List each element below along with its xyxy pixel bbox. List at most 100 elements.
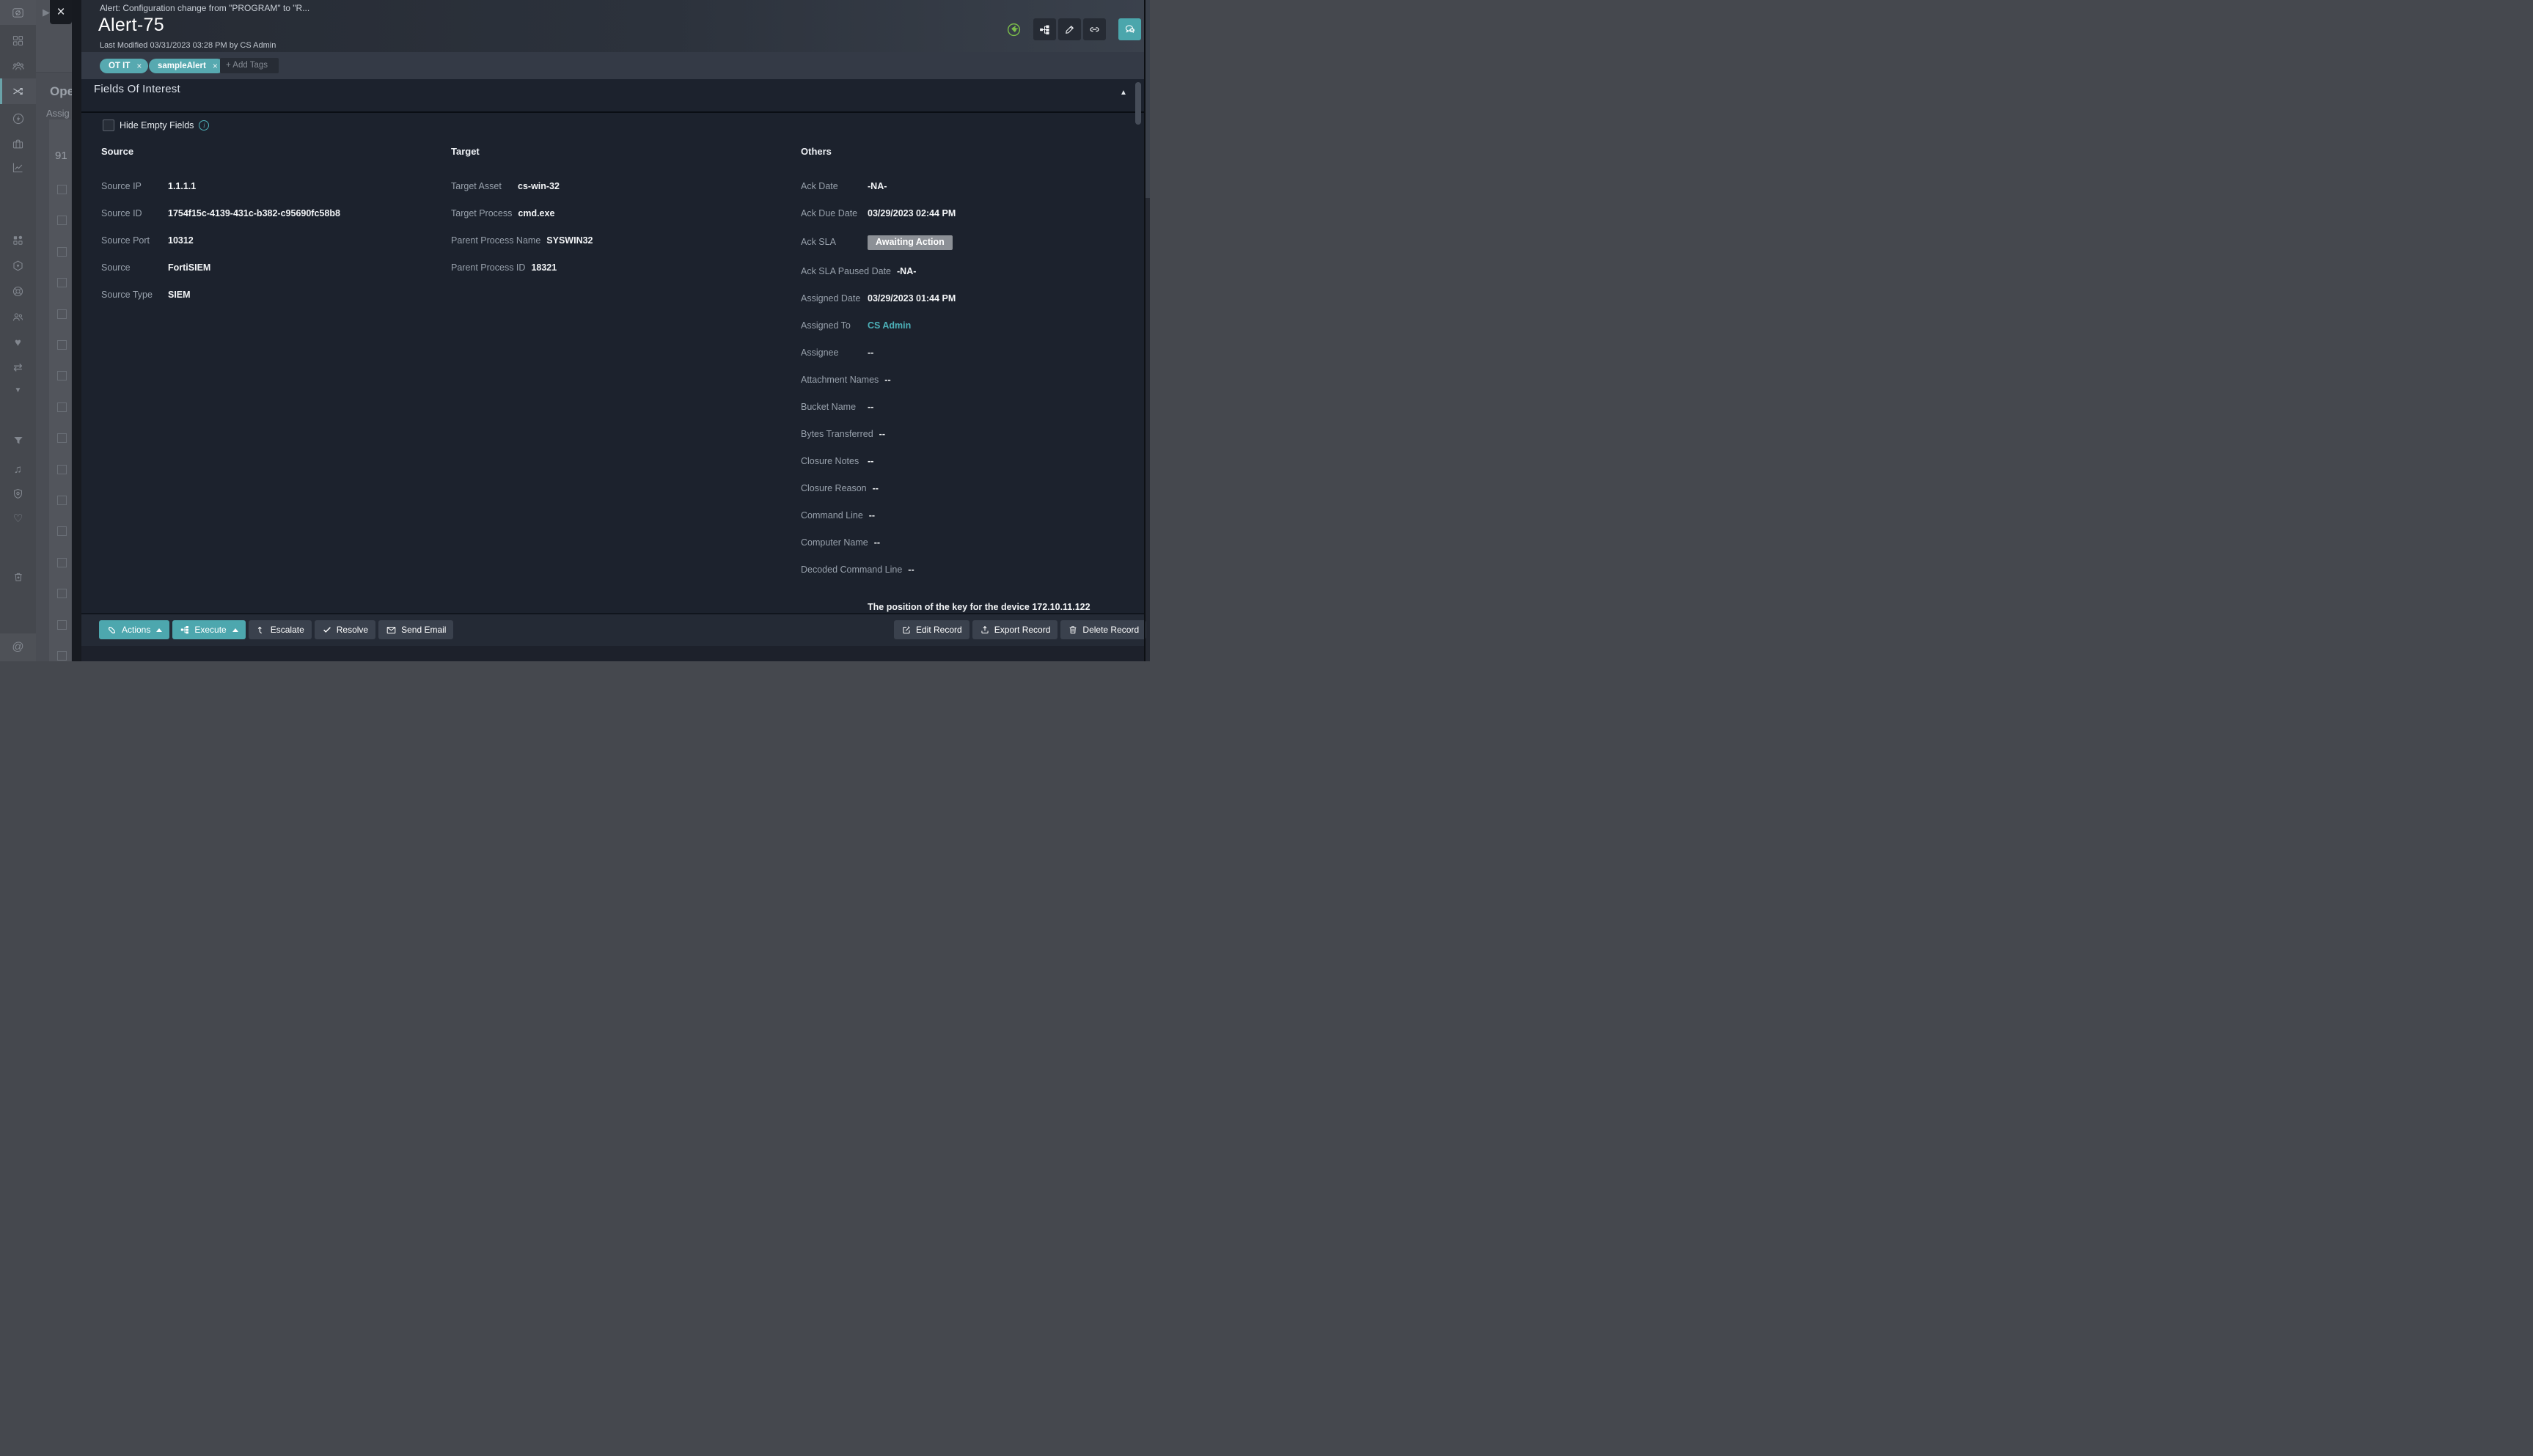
page-title: Alert-75	[98, 15, 164, 36]
filter-funnel-icon[interactable]	[0, 435, 36, 446]
actions-dropdown-button[interactable]: Actions	[99, 620, 169, 639]
execute-dropdown-button[interactable]: Execute	[172, 620, 245, 639]
field-row: Command Line--	[801, 510, 1134, 521]
assigned-to-link[interactable]: CS Admin	[868, 320, 911, 331]
collapse-caret-icon[interactable]: ▲	[1120, 89, 1127, 97]
field-row: Closure Reason--	[801, 483, 1134, 494]
action-buttons-right: Edit Record Export Record Delete Record	[894, 620, 1146, 639]
row-checkbox	[57, 465, 67, 474]
caret-up-icon	[156, 628, 162, 632]
action-buttons-left: Actions Execute Escalate Resolve	[99, 620, 453, 639]
field-row: Ack Due Date03/29/2023 02:44 PM	[801, 208, 1134, 219]
cube-hexagon-icon[interactable]	[0, 260, 36, 272]
escalate-button[interactable]: Escalate	[249, 620, 312, 639]
field-row: Bytes Transferred--	[801, 429, 1134, 440]
execute-workflow-icon	[180, 625, 190, 635]
comments-button[interactable]	[1118, 18, 1141, 40]
close-icon: ×	[56, 5, 65, 19]
background-page-subtitle: Assig	[46, 108, 70, 119]
add-tags-input[interactable]: + Add Tags	[220, 58, 279, 73]
field-row: Source IP1.1.1.1	[101, 181, 439, 192]
music-note-icon[interactable]: ♫	[0, 463, 36, 476]
at-mention-icon[interactable]: @	[0, 641, 36, 653]
info-icon[interactable]: i	[199, 120, 209, 130]
modal-right-edge	[1144, 0, 1145, 661]
column-source: Source Source IP1.1.1.1 Source ID1754f15…	[101, 147, 439, 301]
modal-header: Alert: Configuration change from "PROGRA…	[81, 0, 1145, 52]
field-row: SourceFortiSIEM	[101, 262, 439, 273]
background-count-column	[49, 120, 71, 661]
heart-outline-icon[interactable]: ♡	[0, 512, 36, 525]
check-icon	[322, 625, 332, 635]
fortisoar-alert-detail-screen: ♥ ⇄ ▼ ♫ ♡ @ ▶ Ope Assig 91	[0, 0, 1150, 661]
field-row: Source TypeSIEM	[101, 290, 439, 301]
export-icon	[980, 625, 990, 635]
remove-tag-icon[interactable]: ×	[136, 62, 142, 70]
row-checkbox	[57, 371, 67, 380]
delete-record-button[interactable]: Delete Record	[1060, 620, 1146, 639]
record-count: 91	[55, 150, 67, 162]
row-checkbox	[57, 496, 67, 505]
edit-record-button[interactable]: Edit Record	[894, 620, 969, 639]
field-row: Target Processcmd.exe	[451, 208, 766, 219]
dashboard-grid-icon[interactable]	[0, 34, 36, 47]
row-checkbox	[57, 589, 67, 598]
play-triangle-icon: ▶	[43, 7, 50, 18]
triangle-down-icon[interactable]: ▼	[0, 384, 36, 397]
field-row: Source ID1754f15c-4139-431c-b382-c95690f…	[101, 208, 439, 219]
life-ring-icon[interactable]	[0, 285, 36, 298]
copy-link-button[interactable]	[1083, 18, 1106, 40]
row-checkbox	[57, 402, 67, 412]
field-row: Attachment Names--	[801, 375, 1134, 386]
edit-pencil-icon	[1064, 23, 1076, 35]
shield-bug-icon[interactable]	[0, 488, 36, 500]
field-row: Bucket Name--	[801, 402, 1134, 413]
column-target: Target Target Assetcs-win-32 Target Proc…	[451, 147, 766, 273]
swap-arrows-icon[interactable]: ⇄	[0, 361, 36, 374]
widgets-icon[interactable]	[0, 234, 36, 246]
hide-empty-fields-label: Hide Empty Fields	[120, 120, 194, 130]
row-checkbox	[57, 247, 67, 257]
briefcase-icon[interactable]	[0, 138, 36, 150]
caret-up-icon	[232, 628, 238, 632]
hide-empty-fields-checkbox[interactable]	[103, 120, 114, 131]
field-row: Assignee--	[801, 348, 1134, 359]
shuffle-routing-icon[interactable]	[0, 85, 36, 98]
team-group-icon[interactable]	[0, 60, 36, 73]
field-row: Ack SLAAwaiting Action	[801, 235, 1134, 250]
column-header: Others	[801, 147, 1134, 157]
resolve-button[interactable]: Resolve	[315, 620, 375, 639]
status-badge: Awaiting Action	[868, 235, 953, 250]
field-row: Target Assetcs-win-32	[451, 181, 766, 192]
export-record-button[interactable]: Export Record	[972, 620, 1058, 639]
vertical-scrollbar-thumb[interactable]	[1135, 82, 1141, 125]
field-row: Assigned ToCS Admin	[801, 320, 1134, 331]
modal-drop-shadow	[72, 0, 81, 661]
field-row: Parent Process ID18321	[451, 262, 766, 273]
field-row: Ack SLA Paused Date-NA-	[801, 266, 1134, 277]
heart-filled-icon[interactable]: ♥	[0, 337, 36, 349]
tag-pill[interactable]: OT IT ×	[100, 59, 148, 73]
send-email-button[interactable]: Send Email	[378, 620, 453, 639]
row-checkbox	[57, 620, 67, 630]
column-header: Source	[101, 147, 439, 157]
trash-icon	[1068, 625, 1078, 635]
field-row: Closure Notes--	[801, 456, 1134, 467]
edit-button[interactable]	[1058, 18, 1081, 40]
recycle-trash-icon[interactable]	[0, 571, 36, 583]
close-button[interactable]: ×	[50, 0, 72, 24]
sync-settings-icon[interactable]	[0, 7, 36, 19]
line-chart-icon[interactable]	[0, 161, 36, 174]
tag-pill[interactable]: sampleAlert ×	[149, 59, 224, 73]
edit-record-icon	[901, 625, 912, 635]
right-background-strip	[1145, 0, 1150, 661]
last-modified-text: Last Modified 03/31/2023 03:28 PM by CS …	[100, 41, 276, 50]
modal-bottom-strip	[81, 646, 1145, 661]
workflow-button[interactable]	[1033, 18, 1056, 40]
row-checkbox	[57, 558, 67, 567]
lightning-bolt-icon[interactable]	[0, 112, 36, 125]
remove-tag-icon[interactable]: ×	[213, 62, 218, 70]
two-people-icon[interactable]	[0, 311, 36, 323]
row-checkbox	[57, 340, 67, 350]
field-row: Source Port10312	[101, 235, 439, 246]
